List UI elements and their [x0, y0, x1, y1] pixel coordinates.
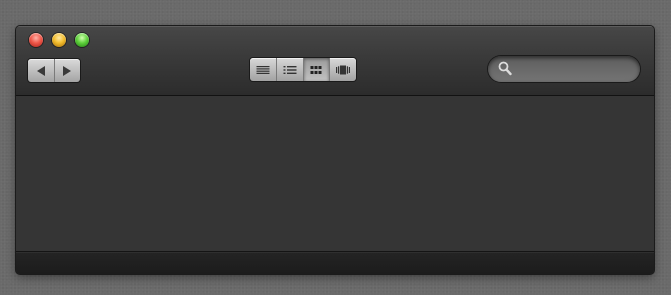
- zoom-window-button[interactable]: [75, 33, 89, 47]
- view-mode-control: [250, 58, 356, 81]
- coverflow-view-button[interactable]: [329, 58, 356, 81]
- list-view-button[interactable]: [250, 58, 276, 81]
- triangle-left-icon: [36, 65, 45, 76]
- list-view-icon: [256, 65, 270, 74]
- detail-list-view-icon: [283, 65, 297, 74]
- minimize-window-button[interactable]: [52, 33, 66, 47]
- close-window-button[interactable]: [29, 33, 43, 47]
- forward-button[interactable]: [53, 59, 81, 82]
- finder-window: [16, 26, 654, 274]
- icon-grid-view-icon: [310, 65, 322, 74]
- search-icon: [498, 61, 512, 76]
- back-button[interactable]: [28, 59, 54, 82]
- content-area[interactable]: [16, 96, 654, 251]
- detail-view-button[interactable]: [275, 58, 303, 81]
- icon-view-button[interactable]: [302, 58, 330, 81]
- search-field[interactable]: [488, 56, 640, 82]
- status-bar: [16, 251, 654, 274]
- coverflow-view-icon: [336, 65, 351, 74]
- search-input[interactable]: [516, 60, 631, 78]
- window-toolbar: [16, 26, 654, 96]
- back-forward-control: [28, 59, 80, 82]
- triangle-right-icon: [63, 65, 72, 76]
